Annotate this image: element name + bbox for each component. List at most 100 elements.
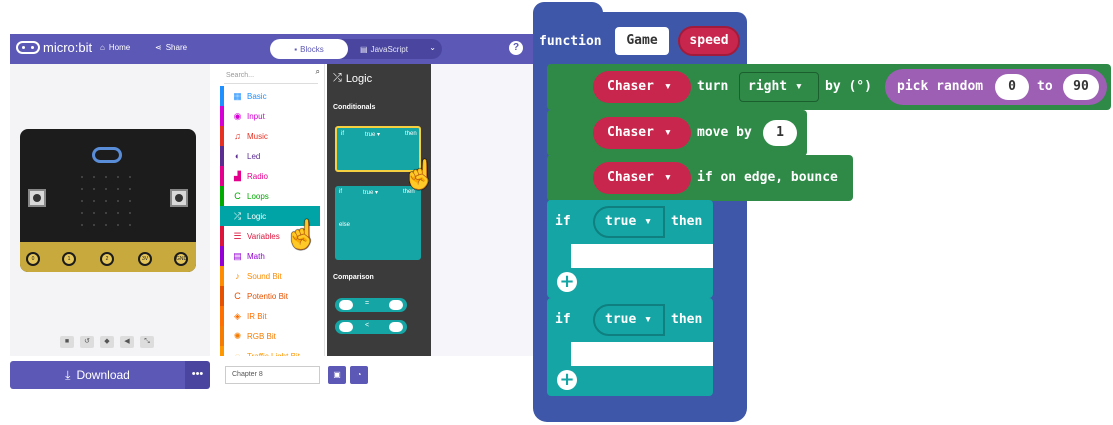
fullscreen-sim-button[interactable]: ⤡ [140, 336, 154, 348]
true-dropdown[interactable]: true ▾ [593, 304, 665, 336]
else-label: else [339, 222, 351, 228]
share-button[interactable]: ⋖ Share [155, 43, 187, 52]
sprite-dropdown[interactable]: Chaser ▾ [593, 71, 691, 103]
project-name-input[interactable]: Chapter 8 [225, 366, 320, 384]
github-button[interactable]: ◔ [350, 366, 368, 384]
category-radio[interactable]: ▟ Radio [220, 166, 320, 186]
category-label: Potentio Bit [247, 291, 288, 301]
button-a[interactable] [28, 189, 46, 207]
function-keyword: function [539, 34, 602, 49]
category-basic[interactable]: ▦ Basic [220, 86, 320, 106]
microbit-logo[interactable]: micro:bit [16, 40, 92, 55]
download-more-button[interactable]: ••• [185, 361, 210, 389]
pin-edge-connector: 0 1 2 3V GND [20, 242, 196, 272]
add-else-button[interactable]: + [557, 272, 577, 292]
category-sound-bit[interactable]: ♪ Sound Bit [220, 266, 320, 286]
category-label: Variables [247, 231, 280, 241]
move-value[interactable]: 1 [763, 120, 797, 146]
left-operand[interactable] [339, 322, 353, 332]
toolbox: Search... ⌕ ▦ Basic ◉ Input ♫ Music ◐ Led ▟ Radio… [220, 64, 325, 356]
compare-equal-block[interactable]: = [335, 298, 407, 312]
sound-bit-icon: ♪ [235, 271, 240, 281]
chevron-down-icon[interactable]: ⌄ [429, 43, 436, 52]
pin-1[interactable]: 1 [62, 252, 76, 266]
if-then-block[interactable]: if true ▾ then + [547, 298, 713, 396]
if-body-slot[interactable] [571, 244, 713, 268]
left-operand[interactable] [339, 300, 353, 310]
category-music[interactable]: ♫ Music [220, 126, 320, 146]
true-dropdown[interactable]: true ▾ [365, 131, 380, 138]
then-label: then [671, 312, 703, 327]
javascript-mode-button[interactable]: ▤ JavaScript [360, 39, 408, 59]
sprite-dropdown[interactable]: Chaser ▾ [593, 117, 691, 149]
right-operand[interactable] [389, 300, 403, 310]
home-button[interactable]: ⌂ Home [100, 43, 130, 52]
loops-icon: C [234, 191, 241, 201]
random-to-value[interactable]: 90 [1063, 74, 1099, 100]
blocks-workspace[interactable] [431, 64, 533, 356]
pin-3v: 3V [138, 252, 152, 266]
category-rgb-bit[interactable]: ✺ RGB Bit [220, 326, 320, 346]
ir-bit-icon: ◈ [234, 310, 241, 321]
direction-dropdown[interactable]: right ▾ [739, 72, 819, 102]
if-then-block[interactable]: if true ▾ then + [547, 200, 713, 298]
javascript-mode-label: JavaScript [370, 44, 408, 54]
function-param-speed[interactable]: speed [678, 26, 740, 56]
right-operand[interactable] [389, 322, 403, 332]
caret-down-icon: ▾ [644, 214, 652, 229]
blocks-mode-button[interactable]: ▪ Blocks [270, 39, 348, 59]
caret-down-icon: ▾ [663, 125, 672, 140]
restart-sim-button[interactable]: ↺ [80, 336, 94, 348]
less-operator[interactable]: < [365, 322, 369, 329]
variables-icon: ☰ [233, 230, 242, 241]
if-label: if [555, 312, 571, 327]
category-label: Basic [247, 91, 267, 101]
logic-icon: ⤮ [333, 72, 342, 84]
debug-sim-button[interactable]: ◆ [100, 336, 114, 348]
pin-0[interactable]: 0 [26, 252, 40, 266]
if-then-else-block[interactable]: if true ▾ then else [335, 186, 421, 260]
stop-sim-button[interactable]: ■ [60, 336, 74, 348]
toolbox-search-input[interactable]: Search... [224, 68, 318, 84]
random-from-value[interactable]: 0 [995, 74, 1029, 100]
category-loops[interactable]: C Loops [220, 186, 320, 206]
share-icon: ⋖ [155, 43, 162, 52]
pin-2[interactable]: 2 [100, 252, 114, 266]
compare-less-block[interactable]: < [335, 320, 407, 334]
puzzle-icon: ▪ [294, 44, 298, 54]
if-body-slot[interactable] [571, 342, 713, 366]
help-icon[interactable]: ? [509, 41, 523, 55]
code-icon: ▤ [360, 44, 368, 54]
true-dropdown[interactable]: true ▾ [363, 189, 378, 196]
add-else-button[interactable]: + [557, 370, 577, 390]
search-icon[interactable]: ⌕ [316, 67, 320, 77]
potentio-bit-icon: C [234, 291, 241, 301]
simulator-controls: ■ ↺ ◆ ◀ ⤡ [60, 336, 154, 348]
sprite-dropdown[interactable]: Chaser ▾ [593, 162, 691, 194]
button-b[interactable] [170, 189, 188, 207]
logic-icon: ⤮ [233, 210, 242, 221]
equal-operator[interactable]: = [365, 300, 369, 307]
bounce-block[interactable]: Chaser ▾ if on edge, bounce [547, 155, 853, 201]
microbit-board: 0 1 2 3V GND [20, 129, 196, 272]
function-name-field[interactable]: Game [615, 27, 669, 55]
category-ir-bit[interactable]: ◈ IR Bit [220, 306, 320, 326]
save-button[interactable]: ▣ [328, 366, 346, 384]
flyout-title-label: Logic [345, 72, 373, 85]
category-potentio-bit[interactable]: C Potentio Bit [220, 286, 320, 306]
download-button[interactable]: ⤓ Download [10, 361, 185, 389]
category-traffic-light-bit[interactable]: ◌ Traffic Light Bit [220, 346, 320, 356]
turn-block[interactable]: Chaser ▾ turn right ▾ by (°) pick random … [547, 64, 1111, 110]
true-dropdown[interactable]: true ▾ [593, 206, 665, 238]
makecode-editor: micro:bit ⌂ Home ⋖ Share ▪ Blocks ▤ Java… [0, 0, 533, 425]
move-by-label: move by [697, 125, 752, 140]
move-block[interactable]: Chaser ▾ move by 1 [547, 110, 807, 156]
category-led[interactable]: ◐ Led [220, 146, 320, 166]
caret-down-icon: ▾ [663, 79, 672, 94]
category-input[interactable]: ◉ Input [220, 106, 320, 126]
function-game-blocks: function Game speed Chaser ▾ turn right ▾… [533, 0, 1113, 425]
rgb-bit-icon: ✺ [233, 330, 242, 341]
mute-sim-button[interactable]: ◀ [120, 336, 134, 348]
traffic-light-bit-icon: ◌ [234, 351, 241, 356]
category-label: Logic [247, 211, 267, 221]
